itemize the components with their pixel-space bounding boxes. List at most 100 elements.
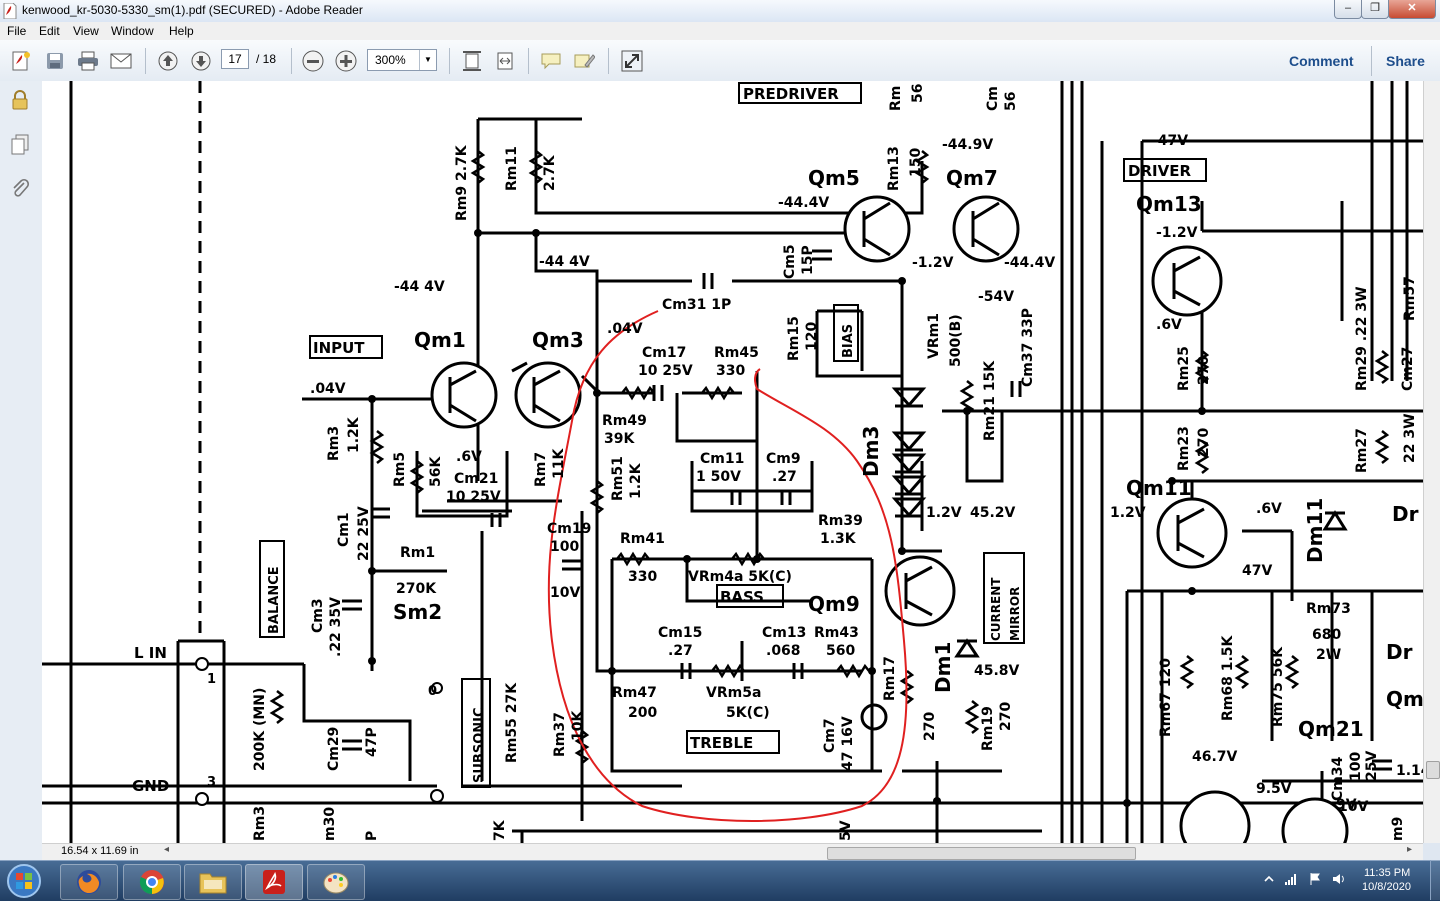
close-button[interactable]: ✕ [1388,0,1436,19]
taskbar-paint[interactable] [307,864,365,900]
zoom-in-icon[interactable] [334,49,358,73]
attachment-paperclip-icon[interactable] [9,177,31,199]
label-cm-top: Cm [985,86,1001,111]
label-k-bot: 7K [492,819,508,841]
clock-date[interactable]: 10/8/2020 [1362,881,1411,893]
label-gnd: GND [132,777,169,795]
next-page-icon[interactable] [189,49,213,73]
label-dm3: Dm3 [859,426,883,477]
vertical-scrollbar[interactable] [1423,81,1440,843]
label-rm3-val: 1.2K [346,416,362,453]
label-cm21: Cm21 [454,471,498,487]
email-icon[interactable] [109,49,133,73]
document-view[interactable]: PREDRIVER DRIVER INPUT BASS TREBLE L IN … [42,81,1423,843]
taskbar [0,860,1440,901]
paint-palette-icon [323,872,349,894]
label-rm21: Rm21 15K [982,360,998,441]
scroll-left-icon[interactable]: ◂ [164,844,169,855]
taskbar-explorer[interactable] [184,864,242,900]
label-cm9-val: .27 [772,469,797,485]
menu-window[interactable]: Window [111,24,154,38]
label-cm34: Cm34 [1330,756,1346,801]
label-rm3: Rm3 [326,426,342,461]
label-qm11: Qm11 [1126,476,1192,500]
show-hidden-icons-icon[interactable] [1262,872,1276,886]
label-cm5: Cm5 [782,244,798,279]
label-rm73: Rm73 [1306,601,1351,617]
toolbar [0,40,1440,82]
taskbar-firefox[interactable] [60,864,118,900]
taskbar-adobe-reader[interactable] [245,864,303,900]
expand-icon[interactable] [620,49,644,73]
label-cm19-v: 10V [550,585,580,601]
label-qm7: Qm7 [946,166,998,190]
horizontal-scrollbar-thumb[interactable] [827,847,1136,860]
label-dr2: Dr [1386,640,1413,664]
label-vrm1-val: 500(B) [948,314,964,367]
label-cm34-v: 25V [1364,751,1380,781]
label-rm43: Rm43 [814,625,859,641]
highlight-pen-icon[interactable] [572,49,596,73]
label-rm17: Rm17 [882,656,898,701]
folder-icon [199,873,227,894]
toolbar-separator [528,48,529,74]
label-rm41: Rm41 [620,531,665,547]
save-icon[interactable] [43,49,67,73]
pdf-icon [3,3,17,19]
label-v-95: 9.5V [1256,781,1292,797]
print-icon[interactable] [76,49,100,73]
label-rm73-w: 2W [1316,647,1341,663]
show-desktop-button[interactable] [1430,860,1440,900]
label-rm15-val: 120 [804,322,820,351]
chevron-down-icon[interactable]: ▼ [419,50,436,70]
previous-page-icon[interactable] [156,49,180,73]
label-cm21-val: 10 25V [446,489,501,505]
label-v-449: -44.9V [942,137,993,153]
label-rm7: Rm7 [533,452,549,487]
adobe-reader-icon [263,870,285,894]
taskbar-chrome[interactable] [123,864,181,900]
label-rm13-val: 150 [908,148,924,177]
menu-edit[interactable]: Edit [39,24,60,38]
comment-bubble-icon[interactable] [539,49,563,73]
flag-icon[interactable] [1308,872,1322,886]
clock-time[interactable]: 11:35 PM [1364,867,1410,879]
maximize-button[interactable]: ❐ [1361,0,1389,19]
menu-view[interactable]: View [73,24,99,38]
menu-file[interactable]: File [7,24,26,38]
fit-page-icon[interactable] [460,49,484,73]
label-cm13-val: .068 [766,643,801,659]
minimize-button[interactable]: – [1334,0,1362,19]
label-rm23: Rm23 [1176,426,1192,471]
network-signal-icon[interactable] [1284,872,1298,886]
scroll-right-icon[interactable]: ▸ [1407,844,1412,855]
label-rm37-val: 10K [570,710,586,741]
pages-icon[interactable] [9,133,31,155]
zoom-out-icon[interactable] [301,49,325,73]
zoom-select[interactable]: 300% ▼ [367,49,437,71]
start-button-icon[interactable] [6,863,42,899]
share-button[interactable]: Share [1386,53,1425,69]
toolbar-separator [291,48,292,74]
label-rm73-val: 680 [1312,627,1341,643]
comment-button[interactable]: Comment [1289,53,1354,69]
navigation-pane [0,81,43,860]
create-pdf-icon[interactable] [9,49,33,73]
fit-width-icon[interactable] [493,49,517,73]
label-v-04b: .04V [310,381,346,397]
label-cm11: Cm11 [700,451,744,467]
label-cm1: Cm1 [336,512,352,547]
vertical-scrollbar-thumb[interactable] [1426,761,1440,779]
menu-help[interactable]: Help [169,24,194,38]
label-rm27-val: 22 3W [1402,413,1418,463]
label-rm3b: Rm3 [252,806,268,841]
page-number-input[interactable] [221,49,249,69]
label-rm51-val: 1.2K [628,462,644,499]
lock-icon[interactable] [9,89,31,111]
volume-speaker-icon[interactable] [1332,872,1346,886]
label-qm21: Qm21 [1298,717,1364,741]
label-subsonic: SUBSONIC [472,708,487,784]
label-cm37: Cm37 33P [1020,308,1036,387]
label-cm1-val: 22 25V [356,506,372,561]
diode-symbols [891,387,1348,658]
